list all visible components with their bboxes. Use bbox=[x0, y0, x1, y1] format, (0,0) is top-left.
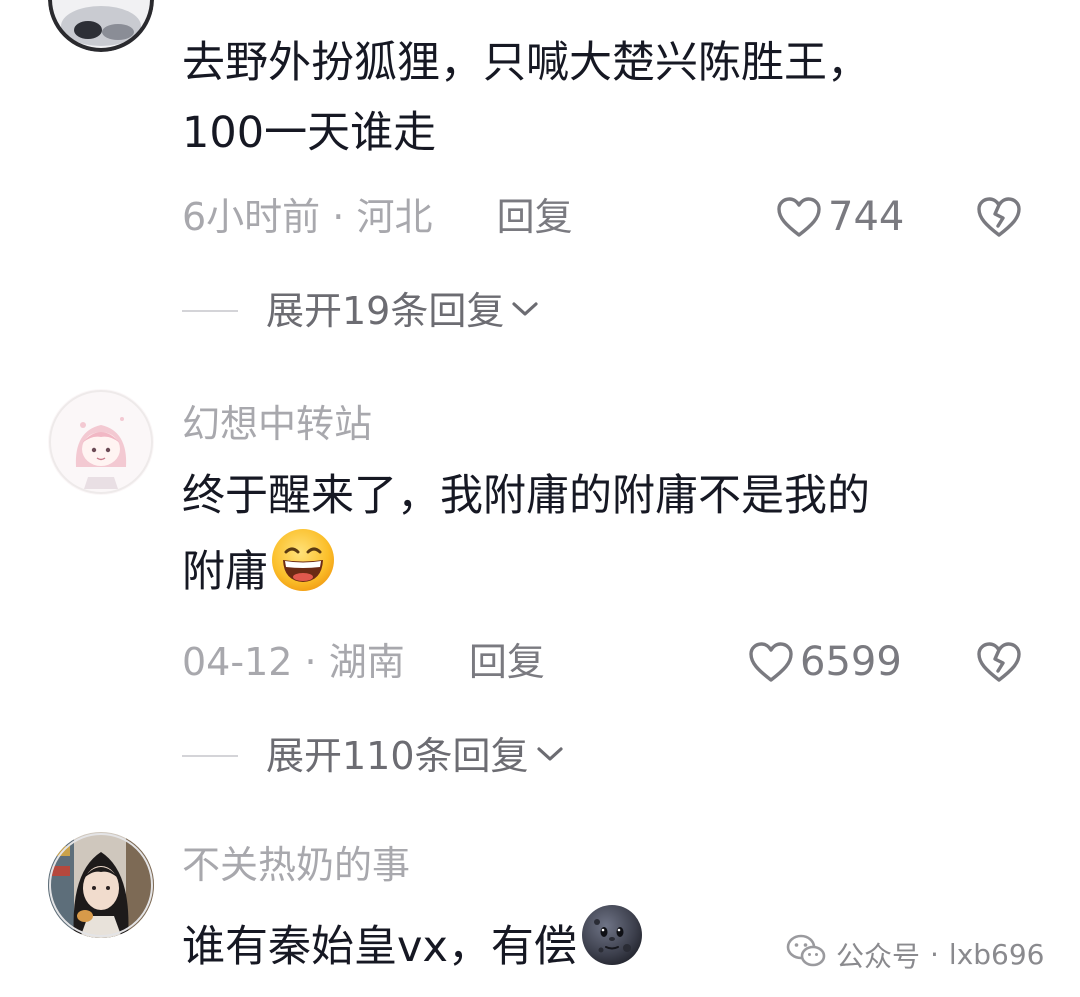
expand-replies-button[interactable]: 展开19条回复 bbox=[182, 292, 540, 330]
wechat-icon bbox=[786, 934, 826, 975]
heart-icon bbox=[748, 641, 794, 683]
reply-button[interactable]: 回复 bbox=[497, 195, 573, 239]
chevron-down-icon bbox=[535, 744, 565, 768]
avatar[interactable] bbox=[48, 0, 154, 52]
comment-location: 湖南 bbox=[328, 640, 405, 684]
comment-meta: 04-12 · 湖南 回复 bbox=[182, 643, 545, 681]
watermark: 公众号 · lxb696 bbox=[786, 934, 1045, 975]
comment-location: 河北 bbox=[356, 195, 433, 239]
meta-separator: · bbox=[304, 640, 317, 684]
watermark-account: lxb696 bbox=[948, 938, 1045, 971]
new-moon-face-emoji bbox=[579, 902, 645, 989]
avatar[interactable] bbox=[48, 389, 154, 495]
comment-text: 终于醒来了，我附庸的附庸不是我的 附庸 bbox=[182, 461, 1042, 618]
comment-meta: 6小时前 · 河北 回复 bbox=[182, 198, 573, 236]
grinning-face-emoji bbox=[270, 527, 336, 614]
divider-line bbox=[182, 310, 238, 312]
expand-replies-label: 展开110条回复 bbox=[266, 734, 529, 778]
watermark-label: 公众号 bbox=[836, 939, 921, 973]
comment-time: 6小时前 bbox=[182, 195, 321, 239]
comment-username[interactable]: 幻想中转站 bbox=[182, 405, 372, 443]
like-button[interactable]: 744 bbox=[776, 196, 904, 238]
heart-icon bbox=[776, 196, 822, 238]
expand-replies-button[interactable]: 展开110条回复 bbox=[182, 737, 565, 775]
like-count: 744 bbox=[828, 194, 905, 240]
comment-item: 去野外扮狐狸，只喊大楚兴陈胜王， 100一天谁走 6小时前 · 河北 回复 74… bbox=[0, 0, 1080, 340]
like-count: 6599 bbox=[800, 639, 902, 685]
comment-item: 幻想中转站 终于醒来了，我附庸的附庸不是我的 附庸 04-12 · 湖南 回复 … bbox=[0, 385, 1080, 785]
comment-username[interactable]: 不关热奶的事 bbox=[182, 846, 410, 884]
broken-heart-icon bbox=[976, 196, 1022, 238]
dislike-button[interactable] bbox=[976, 641, 1022, 685]
broken-heart-icon bbox=[976, 641, 1022, 683]
avatar[interactable] bbox=[48, 832, 154, 938]
meta-separator: · bbox=[332, 195, 345, 239]
comment-time: 04-12 bbox=[182, 640, 293, 684]
like-button[interactable]: 6599 bbox=[748, 641, 902, 683]
expand-replies-label: 展开19条回复 bbox=[266, 289, 505, 333]
watermark-separator: · bbox=[930, 938, 939, 971]
reply-button[interactable]: 回复 bbox=[469, 640, 545, 684]
dislike-button[interactable] bbox=[976, 196, 1022, 240]
divider-line bbox=[182, 755, 238, 757]
chevron-down-icon bbox=[510, 299, 540, 323]
comment-text: 去野外扮狐狸，只喊大楚兴陈胜王， 100一天谁走 bbox=[182, 38, 870, 158]
